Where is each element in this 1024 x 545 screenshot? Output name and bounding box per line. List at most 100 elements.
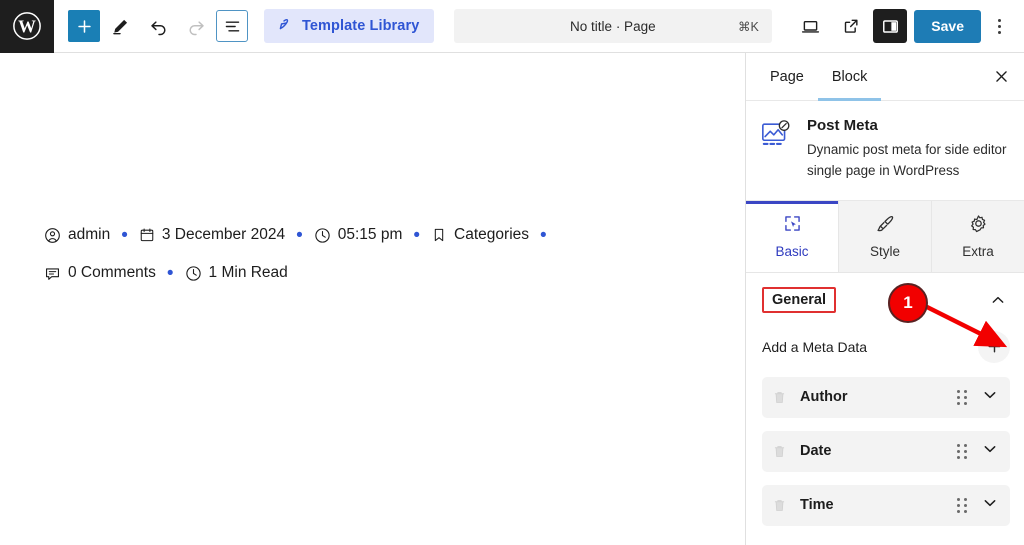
meta-author: admin [44, 216, 110, 254]
document-outline-icon [225, 20, 239, 32]
general-section-header[interactable]: General [746, 273, 1024, 325]
undo-arrow-icon [150, 20, 166, 35]
sidebar-tab-bar: Page Block [746, 53, 1024, 101]
post-meta-image-icon [760, 117, 794, 182]
meta-separator: • [540, 224, 547, 246]
meta-item-tools [957, 386, 999, 409]
clock-icon [314, 227, 331, 244]
meta-time: 05:15 pm [314, 216, 403, 254]
clock-icon [185, 265, 202, 282]
meta-date: 3 December 2024 [139, 216, 285, 254]
save-button[interactable]: Save [914, 9, 981, 43]
chevron-down-icon[interactable] [981, 386, 999, 409]
close-icon [995, 71, 1007, 82]
meta-item-time[interactable]: Time [762, 484, 1010, 526]
meta-item-label: Time [800, 497, 834, 514]
add-meta-data-button[interactable] [978, 330, 1010, 363]
subtab-extra[interactable]: Extra [932, 200, 1024, 272]
meta-separator: • [296, 224, 303, 246]
meta-time-text: 05:15 pm [337, 226, 403, 243]
editor-toolbar: W Template Library No title · Page ⌘K Sa… [0, 0, 1024, 53]
block-description: Dynamic post meta for side editor single… [807, 142, 1007, 178]
editor-body: admin • 3 December 2024 • 05:15 pm • Cat… [0, 53, 1024, 545]
command-bar-title: No title · Page [570, 18, 656, 34]
drag-handle-icon[interactable] [957, 497, 967, 513]
subtab-extra-label: Extra [962, 244, 994, 260]
block-info-text: Post Meta Dynamic post meta for side edi… [807, 117, 1008, 182]
preview-button[interactable] [832, 7, 870, 45]
drag-handle-icon[interactable] [957, 443, 967, 459]
template-library-button[interactable]: Template Library [264, 9, 435, 43]
add-block-button[interactable] [68, 10, 100, 42]
laptop-view-icon [801, 20, 819, 33]
settings-sidebar: Page Block Post Meta Dynamic post meta f… [745, 53, 1024, 545]
meta-read-time-text: 1 Min Read [208, 264, 288, 281]
meta-item-tools [957, 440, 999, 463]
post-meta-block-preview[interactable]: admin • 3 December 2024 • 05:15 pm • Cat… [44, 216, 654, 292]
meta-items-list: Author Date Time [746, 367, 1024, 526]
close-sidebar-button[interactable] [978, 53, 1024, 100]
meta-item-date[interactable]: Date [762, 430, 1010, 472]
meta-separator: • [166, 262, 174, 284]
template-brush-icon [276, 16, 293, 37]
calendar-icon [139, 227, 155, 243]
block-title: Post Meta [807, 117, 878, 134]
trash-icon[interactable] [771, 497, 788, 514]
plus-icon [988, 340, 1000, 353]
meta-item-tools [957, 494, 999, 517]
trash-icon[interactable] [771, 443, 788, 460]
subtab-style[interactable]: Style [839, 200, 932, 272]
list-view-button[interactable] [216, 10, 248, 42]
meta-read-time: 1 Min Read [185, 254, 288, 292]
meta-comments: 0 Comments [44, 254, 156, 292]
add-meta-data-row: Add a Meta Data [746, 325, 1024, 367]
trash-icon[interactable] [771, 389, 788, 406]
external-link-icon [845, 19, 858, 33]
meta-categories-text: Categories [454, 226, 530, 243]
device-view-button[interactable] [791, 7, 829, 45]
meta-item-label: Author [800, 389, 848, 406]
plus-icon [77, 19, 91, 33]
redo-arrow-icon [188, 20, 204, 35]
user-circle-icon [44, 227, 61, 244]
drag-handle-icon[interactable] [957, 389, 967, 405]
command-bar-shortcut: ⌘K [737, 19, 759, 34]
svg-text:W: W [18, 17, 36, 37]
meta-separator: • [413, 224, 421, 246]
meta-categories: Categories [431, 216, 529, 254]
command-bar[interactable]: No title · Page ⌘K [453, 9, 772, 43]
bookmark-icon [431, 227, 447, 243]
meta-separator: • [121, 224, 128, 246]
meta-item-author[interactable]: Author [762, 376, 1010, 418]
undo-button[interactable] [140, 8, 176, 44]
post-meta-line-1: admin • 3 December 2024 • 05:15 pm • Cat… [44, 216, 654, 254]
redo-button[interactable] [178, 8, 214, 44]
panel-layout-icon [882, 19, 898, 33]
wordpress-logo-icon[interactable]: W [0, 0, 54, 53]
block-info-card: Post Meta Dynamic post meta for side edi… [746, 101, 1024, 201]
chevron-down-icon[interactable] [981, 440, 999, 463]
tab-block[interactable]: Block [817, 53, 882, 101]
command-bar-wrapper: No title · Page ⌘K [434, 9, 791, 43]
toolbar-left-group: Template Library [54, 8, 435, 44]
subtab-style-label: Style [869, 244, 900, 260]
wordpress-block-editor: W Template Library No title · Page ⌘K Sa… [0, 0, 1024, 545]
comment-icon [44, 265, 61, 282]
edit-tool-button[interactable] [102, 8, 138, 44]
tab-page[interactable]: Page [756, 53, 818, 100]
editor-canvas[interactable]: admin • 3 December 2024 • 05:15 pm • Cat… [0, 53, 745, 545]
chevron-down-icon[interactable] [981, 494, 999, 517]
pencil-icon [112, 19, 127, 34]
subtab-basic[interactable]: Basic [746, 200, 839, 272]
meta-date-text: 3 December 2024 [161, 226, 286, 243]
add-meta-data-label: Add a Meta Data [762, 338, 868, 355]
chevron-up-icon[interactable] [989, 291, 1010, 309]
meta-item-label: Date [800, 443, 832, 460]
settings-sidebar-toggle[interactable] [873, 9, 908, 43]
cursor-select-icon [782, 213, 803, 237]
paintbrush-icon [875, 213, 896, 237]
gear-icon [968, 213, 989, 237]
kebab-menu-icon[interactable] [984, 7, 1014, 45]
sidebar-subtab-bar: Basic Style Extra [746, 200, 1024, 273]
template-library-label: Template Library [302, 18, 420, 34]
